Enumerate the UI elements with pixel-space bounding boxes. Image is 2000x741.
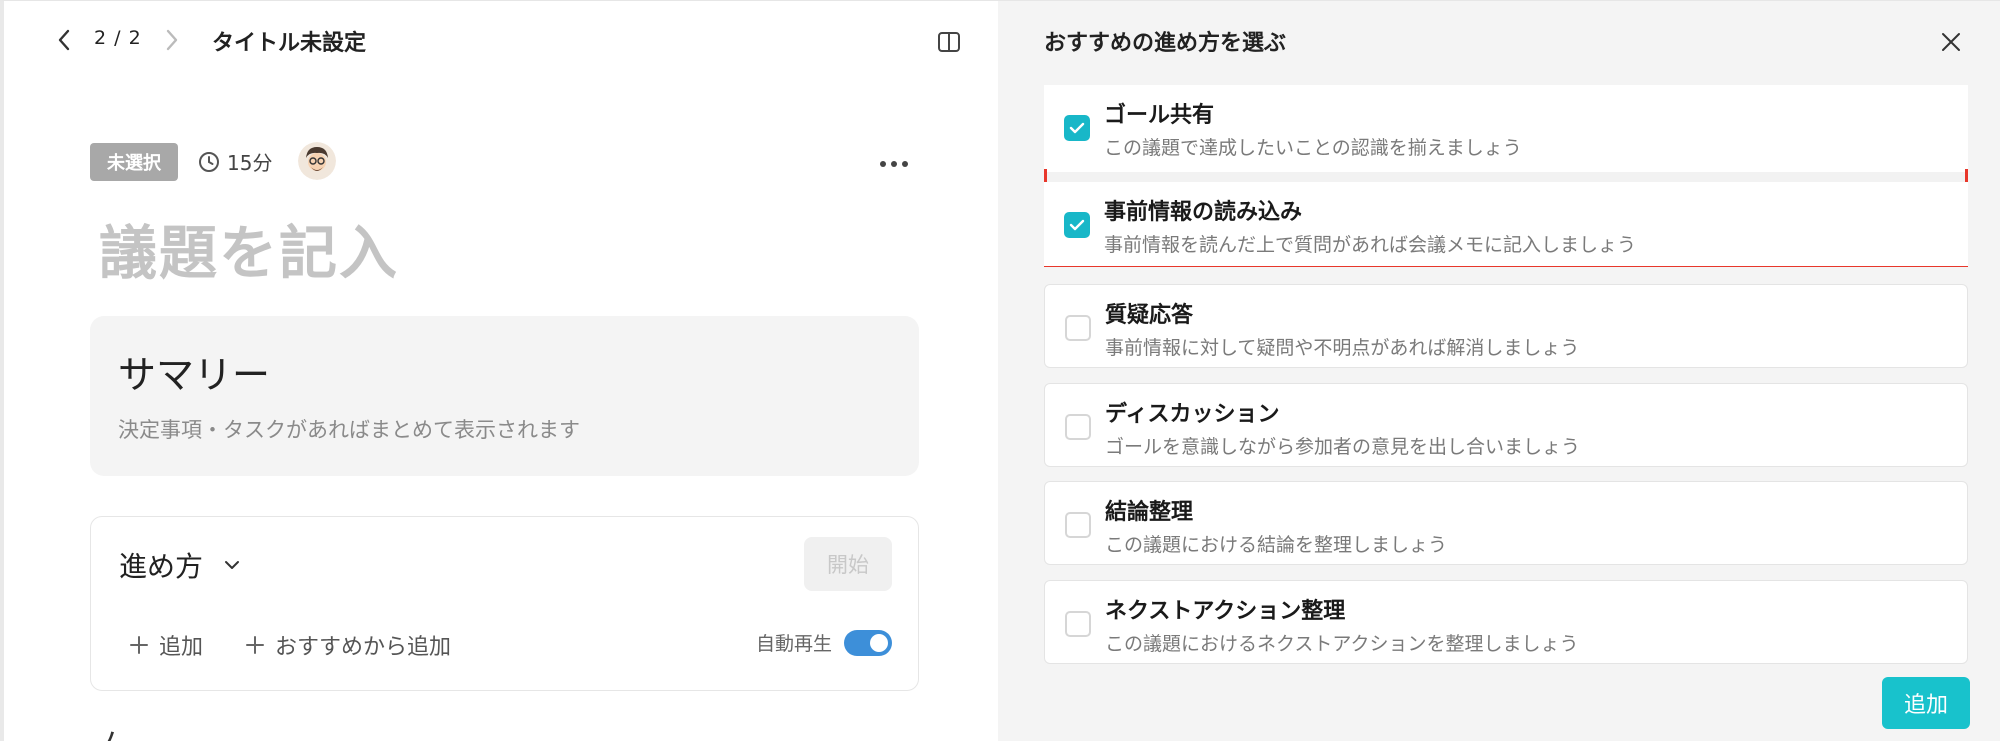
option-description: この議題におけるネクストアクションを整理しましょう [1105, 633, 1579, 655]
plus-icon [246, 636, 264, 654]
panel-title: おすすめの進め方を選ぶ [1044, 31, 1287, 56]
next-button[interactable] [158, 25, 186, 55]
selected-options-highlight: ゴール共有 この議題で達成したいことの認識を揃えましょう 事前情報の読み込み 事… [1044, 85, 1968, 267]
option-item[interactable]: 質疑応答 事前情報に対して疑問や不明点があれば解消しましょう [1044, 284, 1968, 368]
option-checkbox[interactable] [1064, 212, 1090, 238]
add-button[interactable]: 追加 [1882, 677, 1970, 729]
chevron-right-icon [166, 29, 178, 51]
summary-description: 決定事項・タスクがあればまとめて表示されます [118, 418, 580, 442]
option-item[interactable]: 事前情報の読み込み 事前情報を読んだ上で質問があれば会議メモに記入しましょう [1044, 182, 1968, 266]
autoplay-label: 自動再生 [755, 633, 832, 655]
avatar[interactable] [298, 142, 336, 180]
option-title: 質疑応答 [1105, 303, 1194, 328]
option-item[interactable]: 結論整理 この議題における結論を整理しましょう [1044, 481, 1968, 565]
recommend-panel: おすすめの進め方を選ぶ ゴール共有 この議題で達成したいことの認識を揃えましょう… [998, 0, 2000, 741]
steps-card: 進め方 開始 追加 おすすめから追加 自動再生 [90, 516, 919, 691]
steps-header[interactable]: 進め方 [119, 545, 241, 585]
close-icon [1942, 33, 1960, 51]
document-title[interactable]: タイトル未設定 [212, 25, 366, 57]
clock-icon [199, 151, 219, 172]
next-section-heading: ノ [90, 719, 120, 741]
summary-card: サマリー 決定事項・タスクがあればまとめて表示されます [90, 316, 919, 476]
chevron-left-icon [58, 29, 70, 51]
close-button[interactable] [1934, 25, 1968, 59]
option-description: この議題における結論を整理しましょう [1105, 534, 1448, 556]
previous-button[interactable] [50, 25, 78, 55]
check-icon [1069, 219, 1085, 231]
sidebar-panel-icon [938, 32, 960, 52]
option-description: 事前情報を読んだ上で質問があれば会議メモに記入しましょう [1104, 234, 1637, 256]
option-item[interactable]: ネクストアクション整理 この議題におけるネクストアクションを整理しましょう [1044, 580, 1968, 664]
chevron-down-icon [225, 561, 240, 569]
add-step-button[interactable]: 追加 [129, 629, 203, 661]
more-options-button[interactable] [876, 147, 912, 181]
duration-label: 15分 [227, 151, 273, 175]
page-indicator: 2 / 2 [94, 27, 142, 49]
add-recommended-label: おすすめから追加 [275, 635, 452, 660]
option-item[interactable]: ディスカッション ゴールを意識しながら参加者の意見を出し合いましょう [1044, 383, 1968, 467]
check-icon [1069, 122, 1085, 134]
option-title: ゴール共有 [1104, 103, 1215, 128]
add-recommended-button[interactable]: おすすめから追加 [245, 629, 451, 661]
start-button[interactable]: 開始 [804, 537, 892, 591]
option-checkbox[interactable] [1065, 512, 1091, 538]
summary-title: サマリー [118, 353, 271, 397]
option-checkbox[interactable] [1064, 115, 1090, 141]
option-checkbox[interactable] [1065, 414, 1091, 440]
agenda-title-input[interactable]: 議題を記入 [99, 206, 399, 290]
option-description: ゴールを意識しながら参加者の意見を出し合いましょう [1105, 436, 1581, 458]
more-horizontal-icon [880, 161, 908, 167]
option-checkbox[interactable] [1065, 611, 1091, 637]
steps-title: 進め方 [119, 550, 204, 583]
autoplay-toggle[interactable] [844, 629, 892, 656]
add-step-label: 追加 [159, 635, 204, 660]
option-item[interactable]: ゴール共有 この議題で達成したいことの認識を揃えましょう [1044, 85, 1968, 169]
option-title: ネクストアクション整理 [1105, 599, 1346, 624]
option-divider [1047, 172, 1965, 182]
option-title: 事前情報の読み込み [1104, 200, 1303, 225]
duration-display[interactable]: 15分 [197, 147, 272, 176]
plus-icon [130, 636, 148, 654]
option-checkbox[interactable] [1065, 315, 1091, 341]
user-avatar-icon [298, 142, 336, 180]
status-badge[interactable]: 未選択 [90, 143, 178, 181]
option-description: この議題で達成したいことの認識を揃えましょう [1104, 137, 1522, 159]
autoplay-control: 自動再生 [756, 629, 892, 656]
agenda-pane: 2 / 2 タイトル未設定 未選択 15分 議題を記入 サマリー 決定事項・タス… [0, 0, 998, 741]
option-title: ディスカッション [1105, 402, 1280, 427]
panel-toggle-button[interactable] [932, 25, 966, 59]
option-description: 事前情報に対して疑問や不明点があれば解消しましょう [1105, 337, 1580, 359]
option-title: 結論整理 [1105, 500, 1194, 525]
